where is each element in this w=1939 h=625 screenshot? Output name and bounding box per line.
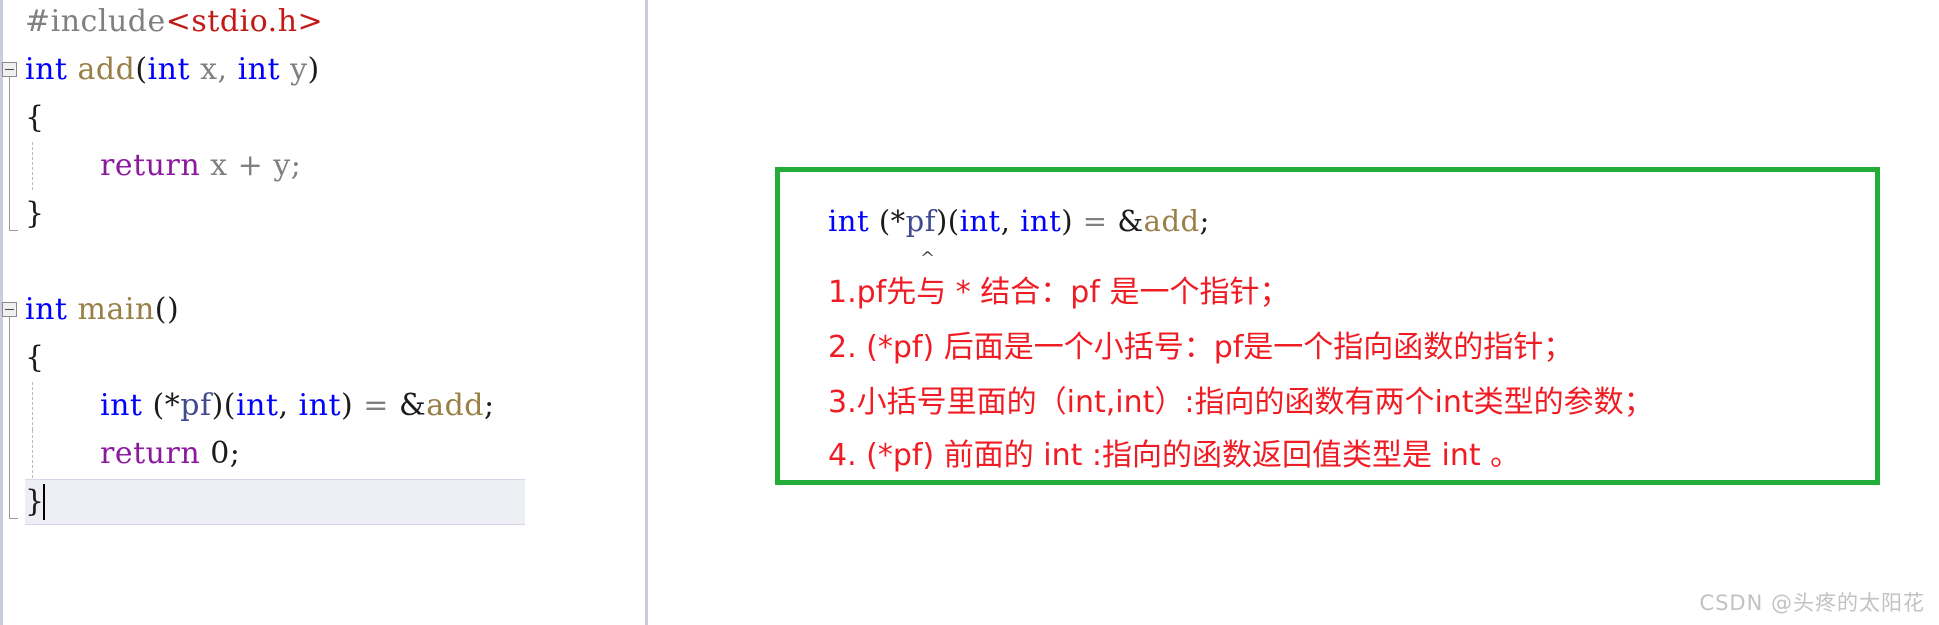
text-caret bbox=[43, 484, 45, 520]
fold-region-end-icon bbox=[9, 230, 18, 231]
annotation-code-token: * bbox=[890, 204, 906, 238]
code-token: } bbox=[25, 196, 45, 231]
code-token: ( bbox=[152, 388, 165, 423]
current-line-highlight bbox=[25, 479, 525, 525]
code-token: return bbox=[100, 436, 201, 471]
indent-guide bbox=[32, 142, 34, 190]
code-token: add bbox=[426, 388, 484, 423]
code-token: ; bbox=[483, 388, 495, 423]
annotation-line-4: 4. (*pf) 前面的 int :指向的函数返回值类型是 int 。 bbox=[828, 438, 1521, 473]
code-token: = bbox=[353, 388, 399, 423]
annotation-code-token: ) bbox=[1061, 204, 1074, 238]
code-token: , bbox=[278, 388, 299, 423]
annotation-code-token: add bbox=[1143, 204, 1200, 238]
code-token: 0 bbox=[210, 436, 230, 471]
code-token: ; bbox=[229, 436, 241, 471]
indent-guide bbox=[32, 430, 34, 478]
code-token: ( bbox=[135, 52, 148, 87]
code-token: <stdio.h> bbox=[165, 4, 324, 39]
code-token: #include bbox=[25, 4, 166, 39]
indent-guide bbox=[32, 382, 34, 430]
code-token: int bbox=[25, 292, 68, 327]
fold-region-line bbox=[9, 317, 10, 518]
annotation-code-token: & bbox=[1117, 204, 1144, 238]
code-token: int bbox=[298, 388, 342, 423]
code-token: { bbox=[25, 100, 45, 135]
annotation-code-token: pf bbox=[905, 204, 936, 238]
csdn-watermark: CSDN @头疼的太阳花 bbox=[1699, 591, 1925, 615]
annotation-line-2: 2. (*pf) 后面是一个小括号：pf是一个指向函数的指针； bbox=[828, 330, 1574, 365]
code-token: pf bbox=[180, 388, 212, 423]
annotation-code-token bbox=[869, 204, 879, 238]
annotation-code-line: int (*pf)(int, int) = &add; bbox=[828, 204, 1210, 238]
code-token: int bbox=[235, 388, 279, 423]
code-text-area[interactable]: #include<stdio.h> int add(int x, int y){r… bbox=[0, 0, 648, 625]
annotation-code-token: int bbox=[828, 204, 870, 238]
code-token: } bbox=[25, 484, 45, 519]
annotation-code-token: = bbox=[1073, 204, 1118, 238]
code-editor-pane[interactable]: #include<stdio.h> int add(int x, int y){r… bbox=[0, 0, 648, 625]
annotation-code-token: int bbox=[959, 204, 1001, 238]
code-token: y bbox=[280, 52, 308, 87]
annotation-code-token: int bbox=[1020, 204, 1062, 238]
code-token: x + y; bbox=[200, 148, 302, 183]
code-token: int bbox=[25, 52, 68, 87]
annotation-caret-mark: ^ bbox=[920, 248, 936, 269]
code-token: * bbox=[164, 388, 181, 423]
annotation-line-3: 3.小括号里面的（int,int）:指向的函数有两个int类型的参数； bbox=[828, 385, 1654, 420]
code-token: main bbox=[77, 292, 155, 327]
annotation-code-token: ; bbox=[1199, 204, 1210, 238]
code-token: ) bbox=[341, 388, 354, 423]
code-token: int bbox=[100, 388, 143, 423]
screenshot-root: #include<stdio.h> int add(int x, int y){r… bbox=[0, 0, 1939, 625]
code-token: )( bbox=[211, 388, 236, 423]
annotation-code-token: , bbox=[1000, 204, 1021, 238]
code-token: & bbox=[398, 388, 427, 423]
code-token: int bbox=[237, 52, 281, 87]
code-token: add bbox=[77, 52, 136, 87]
code-token: { bbox=[25, 340, 45, 375]
annotation-box: int (*pf)(int, int) = &add; ^ 1.pf先与 * 结… bbox=[775, 167, 1880, 485]
fold-collapse-icon[interactable] bbox=[2, 302, 17, 317]
code-token: ) bbox=[307, 52, 320, 87]
annotation-line-1: 1.pf先与 * 结合：pf 是一个指针； bbox=[828, 275, 1290, 310]
fold-collapse-icon[interactable] bbox=[2, 62, 17, 77]
code-token: int bbox=[147, 52, 191, 87]
annotation-code-token: ( bbox=[878, 204, 891, 238]
code-token: x, bbox=[190, 52, 238, 87]
fold-region-end-icon bbox=[9, 518, 18, 519]
code-token: return bbox=[100, 148, 201, 183]
annotation-code-token: )( bbox=[935, 204, 960, 238]
code-token: () bbox=[154, 292, 180, 327]
fold-region-line bbox=[9, 77, 10, 230]
